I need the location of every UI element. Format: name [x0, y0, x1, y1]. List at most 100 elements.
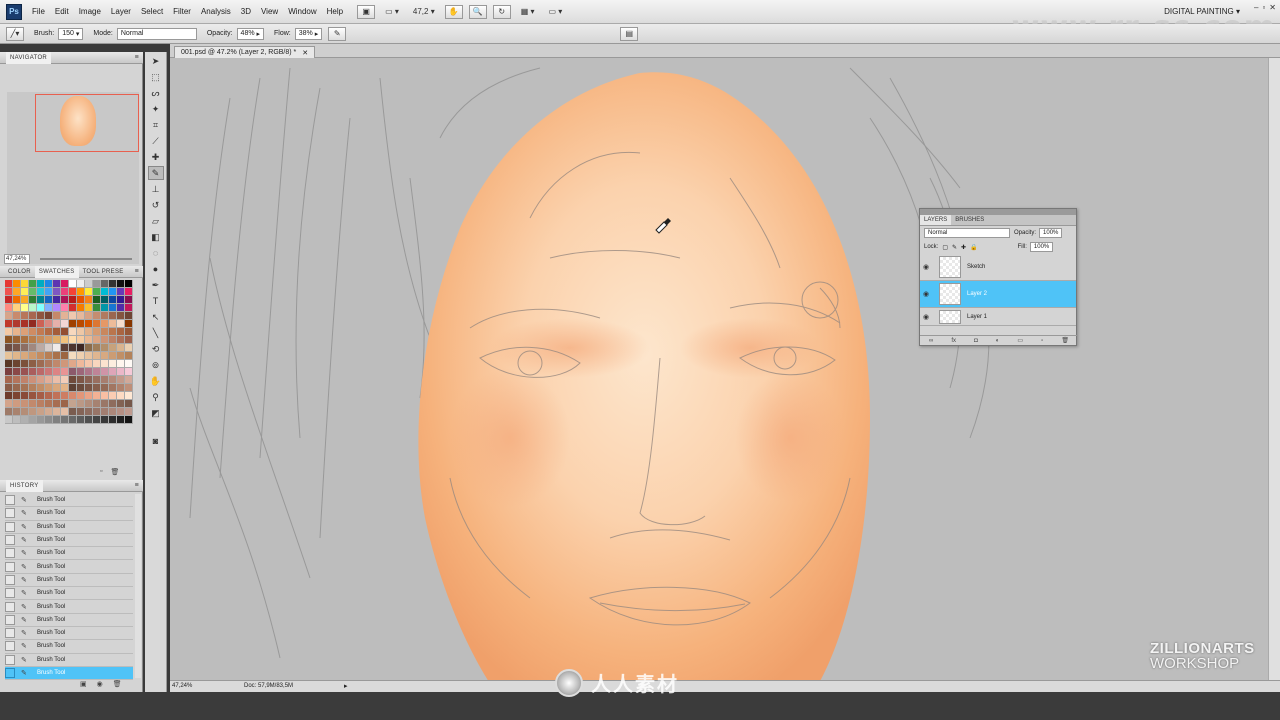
swatch[interactable]: [109, 304, 117, 312]
swatch[interactable]: [117, 408, 125, 416]
swatch[interactable]: [69, 336, 77, 344]
swatch[interactable]: [117, 328, 125, 336]
menu-edit[interactable]: Edit: [55, 7, 69, 16]
menu-layer[interactable]: Layer: [111, 7, 131, 16]
swatch[interactable]: [101, 392, 109, 400]
history-brush-source-checkbox[interactable]: [5, 521, 15, 532]
swatch[interactable]: [29, 328, 37, 336]
swatch[interactable]: [21, 312, 29, 320]
swatch[interactable]: [5, 408, 13, 416]
zoom-tool-icon[interactable]: 🔍: [468, 4, 487, 19]
swatch[interactable]: [85, 312, 93, 320]
swatch[interactable]: [93, 392, 101, 400]
swatch[interactable]: [85, 304, 93, 312]
path-selection-tool-icon[interactable]: ↖: [148, 310, 164, 324]
screen-mode-dropdown[interactable]: ▭ ▾: [545, 5, 567, 19]
canvas-vertical-scrollbar[interactable]: [1268, 58, 1280, 680]
swatch[interactable]: [125, 304, 133, 312]
layer-row-layer-2[interactable]: ◉ Layer 2: [920, 281, 1076, 308]
swatch[interactable]: [77, 280, 85, 288]
swatch[interactable]: [125, 320, 133, 328]
swatch[interactable]: [125, 288, 133, 296]
swatch[interactable]: [101, 400, 109, 408]
swatch[interactable]: [21, 328, 29, 336]
view-extras-dropdown[interactable]: ▭ ▾: [381, 5, 403, 19]
line-tool-icon[interactable]: ╲: [148, 326, 164, 340]
swatch[interactable]: [37, 376, 45, 384]
swatch[interactable]: [13, 344, 21, 352]
swatch[interactable]: [93, 336, 101, 344]
history-brush-source-checkbox[interactable]: [5, 561, 15, 572]
swatch[interactable]: [61, 352, 69, 360]
eyedropper-tool-icon[interactable]: ⟋: [148, 134, 164, 148]
brush-preset-icon[interactable]: ╱▾: [6, 26, 24, 41]
swatch[interactable]: [69, 416, 77, 424]
swatch[interactable]: [85, 336, 93, 344]
swatch[interactable]: [77, 336, 85, 344]
swatch[interactable]: [53, 352, 61, 360]
hand-tool-icon[interactable]: ✋: [444, 4, 463, 19]
swatch[interactable]: [13, 352, 21, 360]
swatch[interactable]: [53, 360, 61, 368]
swatch[interactable]: [53, 408, 61, 416]
swatch[interactable]: [21, 280, 29, 288]
swatch[interactable]: [109, 408, 117, 416]
swatch[interactable]: [69, 328, 77, 336]
swatch[interactable]: [125, 296, 133, 304]
swatch[interactable]: [37, 400, 45, 408]
history-brush-source-checkbox[interactable]: [5, 641, 15, 652]
swatch[interactable]: [109, 320, 117, 328]
gradient-tool-icon[interactable]: ◧: [148, 230, 164, 244]
swatch[interactable]: [37, 408, 45, 416]
swatch[interactable]: [93, 416, 101, 424]
swatch[interactable]: [5, 288, 13, 296]
swatch[interactable]: [125, 416, 133, 424]
history-state-row[interactable]: ✎ Brush Tool: [5, 666, 133, 681]
swatch[interactable]: [61, 408, 69, 416]
swatch[interactable]: [77, 312, 85, 320]
launch-bridge-icon[interactable]: ▣: [357, 4, 376, 19]
swatch[interactable]: [21, 304, 29, 312]
swatch[interactable]: [13, 312, 21, 320]
arrange-documents-dropdown[interactable]: ▦ ▾: [517, 5, 539, 19]
swatch[interactable]: [109, 280, 117, 288]
swatch[interactable]: [29, 368, 37, 376]
swatch[interactable]: [77, 408, 85, 416]
swatch[interactable]: [69, 408, 77, 416]
history-tab[interactable]: HISTORY: [6, 479, 43, 492]
navigator-view-box[interactable]: [35, 94, 139, 152]
swatch[interactable]: [85, 384, 93, 392]
swatch[interactable]: [93, 400, 101, 408]
swatch[interactable]: [29, 376, 37, 384]
swatch[interactable]: [37, 384, 45, 392]
swatch[interactable]: [101, 280, 109, 288]
swatch[interactable]: [117, 280, 125, 288]
swatch[interactable]: [29, 288, 37, 296]
history-state-row[interactable]: ✎ Brush Tool: [5, 627, 133, 641]
menu-window[interactable]: Window: [288, 7, 316, 16]
swatch[interactable]: [21, 296, 29, 304]
magic-wand-tool-icon[interactable]: ✦: [148, 102, 164, 116]
swatch[interactable]: [61, 296, 69, 304]
swatch[interactable]: [93, 288, 101, 296]
swatch[interactable]: [37, 304, 45, 312]
swatch[interactable]: [85, 352, 93, 360]
swatch[interactable]: [37, 288, 45, 296]
swatch[interactable]: [109, 376, 117, 384]
swatch[interactable]: [45, 312, 53, 320]
swatch[interactable]: [5, 352, 13, 360]
swatch[interactable]: [45, 384, 53, 392]
swatch[interactable]: [125, 392, 133, 400]
swatch[interactable]: [93, 352, 101, 360]
new-group-icon[interactable]: ▭: [1017, 337, 1023, 344]
swatch[interactable]: [125, 384, 133, 392]
swatch[interactable]: [21, 384, 29, 392]
swatch[interactable]: [21, 392, 29, 400]
swatch[interactable]: [109, 360, 117, 368]
swatch[interactable]: [21, 360, 29, 368]
swatch[interactable]: [5, 344, 13, 352]
swatch[interactable]: [5, 384, 13, 392]
swatch[interactable]: [85, 400, 93, 408]
swatch[interactable]: [69, 392, 77, 400]
menu-view[interactable]: View: [261, 7, 278, 16]
